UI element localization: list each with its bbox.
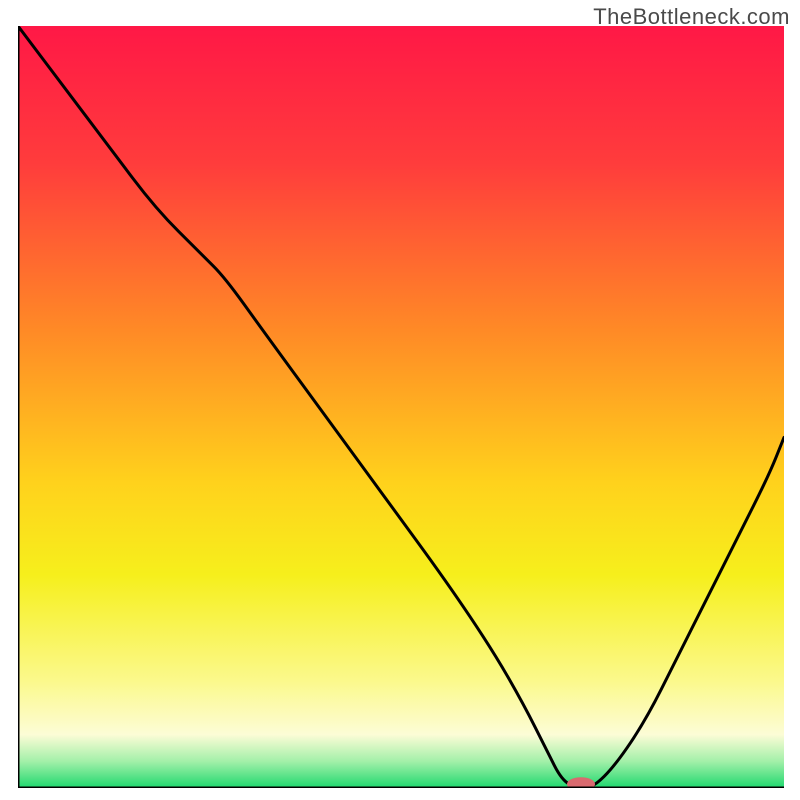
watermark-text: TheBottleneck.com xyxy=(593,4,790,30)
chart-svg xyxy=(18,26,784,788)
bottleneck-chart xyxy=(18,26,784,788)
